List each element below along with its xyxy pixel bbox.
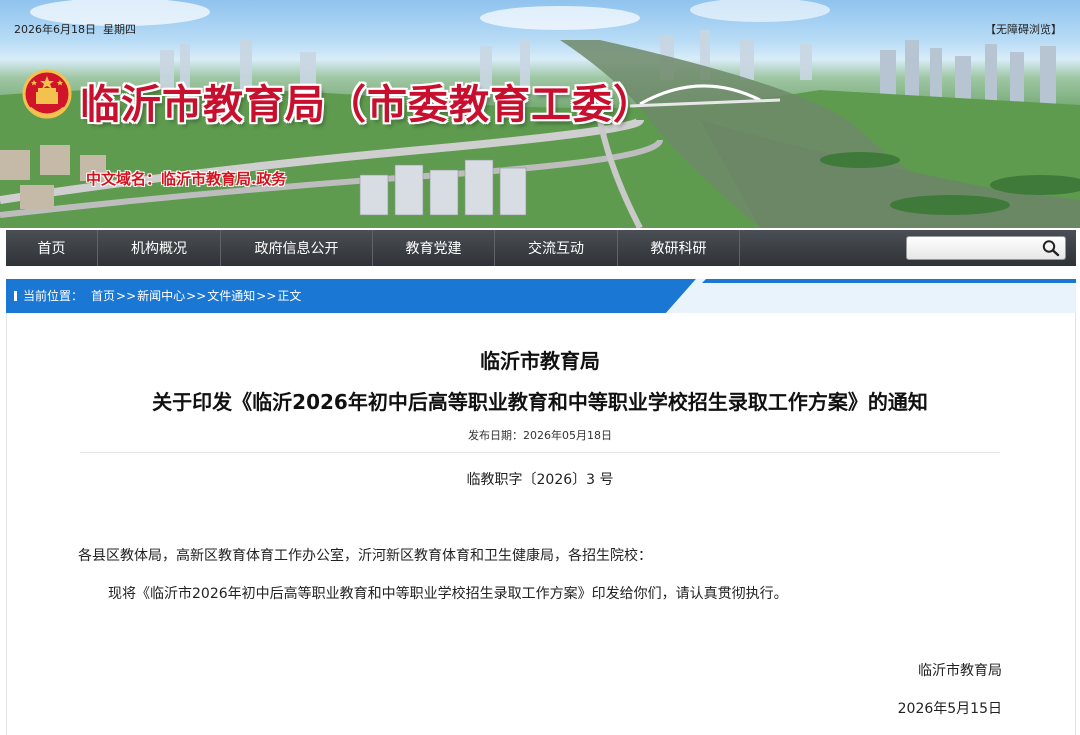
nav-item-research[interactable]: 教研科研 — [618, 230, 740, 266]
breadcrumb-notices[interactable]: 文件通知 — [207, 287, 255, 304]
article-publish-date: 发布日期：2026年05月18日 — [468, 429, 612, 442]
article-panel — [6, 313, 1076, 735]
breadcrumb-label: 当前位置： — [23, 289, 84, 303]
article-divider — [80, 452, 1000, 453]
breadcrumb-bar: 当前位置： 首页 >> 新闻中心 >> 文件通知 >> 正文 — [6, 279, 1076, 313]
search-input[interactable] — [907, 237, 1037, 259]
breadcrumb-separator: >> — [256, 288, 277, 303]
current-date: 2026年6月18日 星期四 — [14, 23, 136, 36]
article-signature: 临沂市教育局 — [918, 663, 1002, 679]
accessibility-link[interactable]: 【无障碍浏览】 — [985, 21, 1062, 37]
breadcrumb-news-center[interactable]: 新闻中心 — [137, 287, 185, 304]
nav-item-home[interactable]: 首页 — [6, 230, 98, 266]
article-org: 临沂市教育局 — [480, 349, 600, 373]
nav-item-interaction[interactable]: 交流互动 — [495, 230, 618, 266]
article-recipients: 各县区教体局，高新区教育体育工作办公室，沂河新区教育体育和卫生健康局，各招生院校… — [78, 548, 652, 564]
search-icon[interactable] — [1041, 239, 1061, 257]
breadcrumb-marker — [14, 290, 17, 301]
nav-item-gov-info[interactable]: 政府信息公开 — [221, 230, 373, 266]
article-title: 关于印发《临沂2026年初中后高等职业教育和中等职业学校招生录取工作方案》的通知 — [152, 390, 928, 414]
breadcrumb-separator: >> — [116, 288, 137, 303]
header-banner: 2026年6月18日 星期四 【无障碍浏览】 临沂市教育局（市委教育工委） 中文… — [0, 0, 1080, 228]
breadcrumb-separator: >> — [186, 288, 207, 303]
nav-item-organization[interactable]: 机构概况 — [98, 230, 221, 266]
breadcrumb-current: 正文 — [277, 289, 302, 303]
article-body: 现将《临沂市2026年初中后高等职业教育和中等职业学校招生录取工作方案》印发给你… — [108, 586, 788, 602]
chinese-domain-name: 中文域名：临沂市教育局.政务 — [86, 170, 287, 188]
document-number: 临教职字〔2026〕3 号 — [466, 472, 614, 488]
breadcrumb: 当前位置： 首页 >> 新闻中心 >> 文件通知 >> 正文 — [14, 287, 301, 304]
nav-item-party-building[interactable]: 教育党建 — [373, 230, 495, 266]
search-box — [906, 236, 1066, 260]
national-emblem-icon — [22, 69, 72, 119]
main-nav: 首页 机构概况 政府信息公开 教育党建 交流互动 教研科研 — [6, 230, 1076, 266]
article-sign-date: 2026年5月15日 — [897, 701, 1002, 717]
breadcrumb-home[interactable]: 首页 — [91, 287, 115, 304]
site-title: 临沂市教育局（市委教育工委） — [80, 81, 654, 128]
